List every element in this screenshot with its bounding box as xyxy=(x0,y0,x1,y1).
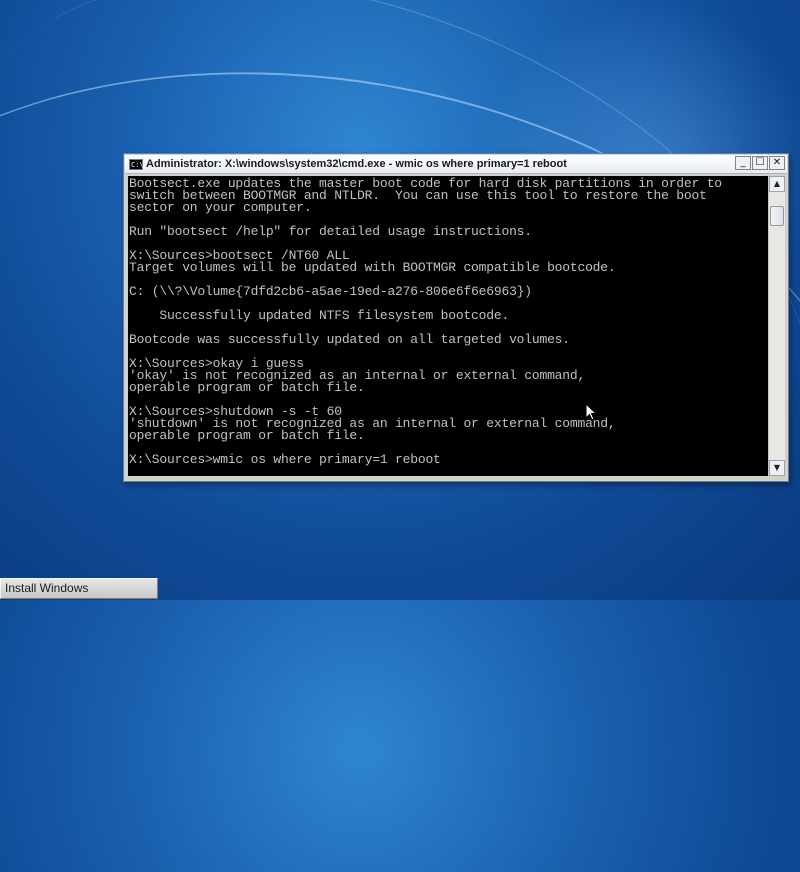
console-line: Run "bootsect /help" for detailed usage … xyxy=(129,224,532,239)
minimize-button[interactable]: _ xyxy=(735,156,751,170)
scroll-up-button[interactable]: ▲ xyxy=(769,176,785,192)
console-line: Successfully updated NTFS filesystem boo… xyxy=(129,308,510,323)
install-windows-taskbar-button[interactable]: Install Windows xyxy=(0,578,158,599)
console-line: operable program or batch file. xyxy=(129,380,365,395)
cmd-icon: C:\ xyxy=(129,158,144,170)
console-line: Bootcode was successfully updated on all… xyxy=(129,332,570,347)
vertical-scrollbar[interactable]: ▲ ▼ xyxy=(768,176,785,476)
scroll-down-button[interactable]: ▼ xyxy=(769,460,785,476)
console-line: operable program or batch file. xyxy=(129,428,365,443)
window-title: Administrator: X:\windows\system32\cmd.e… xyxy=(146,158,567,170)
window-titlebar[interactable]: C:\ Administrator: X:\windows\system32\c… xyxy=(125,155,787,174)
console-line: Target volumes will be updated with BOOT… xyxy=(129,260,616,275)
close-button[interactable]: ✕ xyxy=(769,156,785,170)
console-line: C: (\\?\Volume{7dfd2cb6-a5ae-19ed-a276-8… xyxy=(129,284,532,299)
maximize-button[interactable]: ☐ xyxy=(752,156,768,170)
console-output[interactable]: Bootsect.exe updates the master boot cod… xyxy=(128,176,768,476)
console-line: sector on your computer. xyxy=(129,200,312,215)
cmd-window[interactable]: C:\ Administrator: X:\windows\system32\c… xyxy=(123,153,789,482)
console-line: X:\Sources>wmic os where primary=1 reboo… xyxy=(129,452,441,467)
scroll-thumb[interactable] xyxy=(770,206,784,226)
mouse-pointer-icon xyxy=(585,403,597,421)
